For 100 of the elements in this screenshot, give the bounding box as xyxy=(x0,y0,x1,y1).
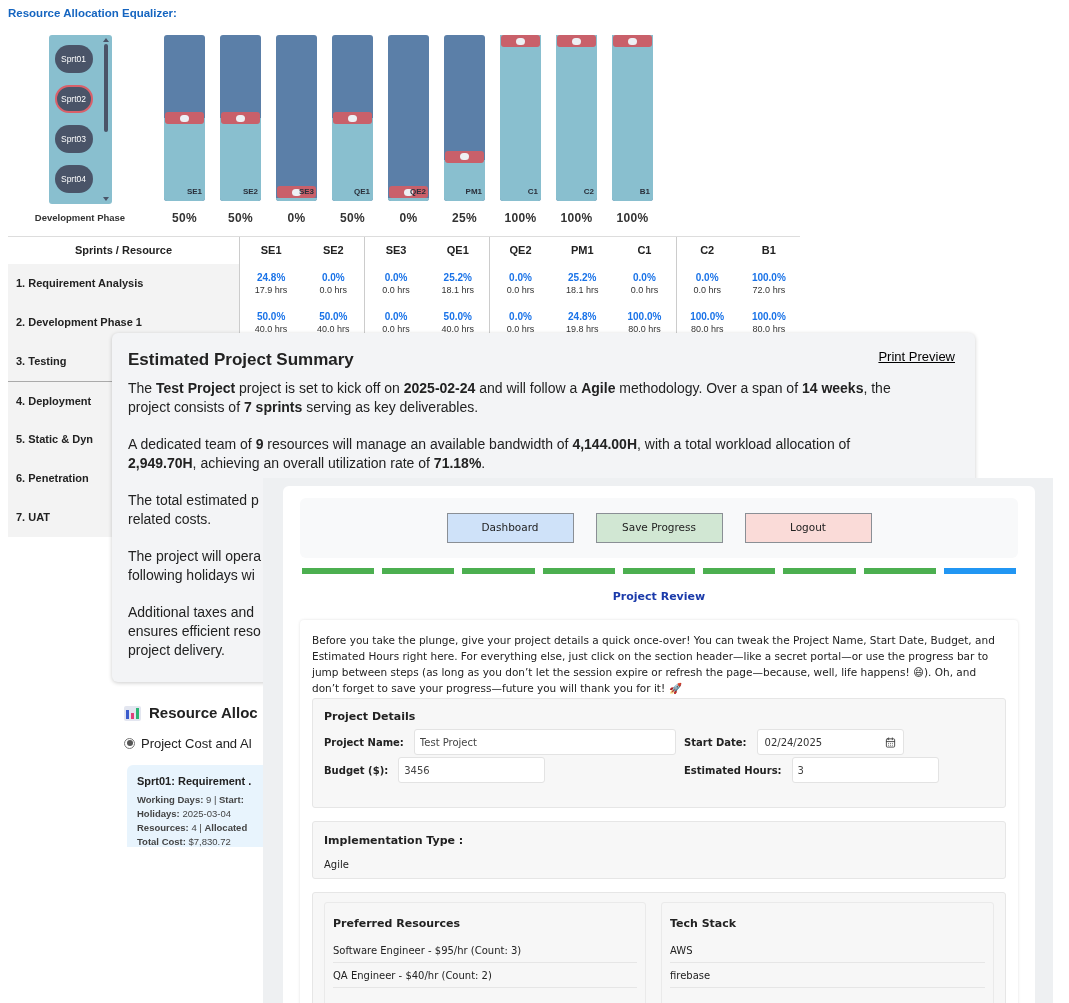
sprint-item[interactable]: Sprt02 xyxy=(54,85,93,113)
sprint-item[interactable]: Sprt04 xyxy=(54,165,93,193)
allocation-hours: 0.0 hrs xyxy=(506,284,535,296)
allocation-percent: 0.0% xyxy=(384,271,408,284)
allocation-hours: 0.0 hrs xyxy=(630,284,659,296)
allocation-hours: 17.9 hrs xyxy=(254,284,288,296)
print-preview-link[interactable]: Print Preview xyxy=(878,347,955,367)
sprint-item[interactable]: Sprt01 xyxy=(54,45,93,73)
scrollbar[interactable] xyxy=(102,38,109,201)
implementation-value: Agile xyxy=(324,858,350,872)
slider-thumb[interactable] xyxy=(445,150,484,163)
column-header: B1 xyxy=(760,243,777,259)
sprint-item[interactable]: Sprt03 xyxy=(54,125,93,153)
slider-reading: 50% xyxy=(172,210,197,227)
allocation-hours: 40.0 hrs xyxy=(441,323,475,335)
slider-thumb[interactable] xyxy=(333,112,372,124)
allocation-hours: 0.0 hrs xyxy=(319,284,348,296)
summary-paragraph: Additional taxes and ensures efficient reso project delivery. xyxy=(128,602,261,660)
allocation-percent: 50.0% xyxy=(256,310,286,323)
slider-thumb[interactable] xyxy=(501,35,540,47)
column-header: C2 xyxy=(675,237,738,264)
column-header: PM1 xyxy=(569,243,595,259)
input-field[interactable]: Test Project xyxy=(413,729,676,755)
progress-step[interactable] xyxy=(622,568,696,574)
column-header: SE3 xyxy=(364,237,427,264)
list-item: firebase xyxy=(670,963,985,988)
header-button[interactable]: Save Progress xyxy=(595,513,723,543)
allocation-hours: 80.0 hrs xyxy=(690,323,724,335)
slider-thumb[interactable] xyxy=(557,35,596,47)
field-label: Project Name: xyxy=(324,735,404,750)
section-title: Resource Alloc xyxy=(149,703,258,723)
column-header: SE2 xyxy=(321,243,345,259)
allocation-percent: 0.0% xyxy=(695,271,719,284)
allocation-hours: 72.0 hrs xyxy=(752,284,786,296)
allocation-percent: 24.8% xyxy=(568,310,597,323)
allocation-hours: 19.8 hrs xyxy=(565,323,599,335)
allocation-hours: 0.0 hrs xyxy=(693,284,721,296)
slider-reading: 0% xyxy=(399,210,418,227)
slider-label: SE2 xyxy=(242,186,258,198)
slider-track[interactable]: C1 xyxy=(500,35,541,201)
slider-label: C1 xyxy=(527,186,538,198)
allocation-percent: 100.0% xyxy=(627,310,662,323)
bar-chart-icon xyxy=(124,705,141,721)
slider-label: QE1 xyxy=(354,186,370,198)
slider-thumb[interactable] xyxy=(221,112,260,124)
equalizer-title: Resource Allocation Equalizer: xyxy=(8,6,177,21)
allocation-hours: 0.0 hrs xyxy=(382,323,410,335)
summary-paragraph: The project will opera following holidays wi xyxy=(128,546,262,585)
allocation-percent: 25.2% xyxy=(568,271,597,284)
slider-thumb[interactable] xyxy=(165,112,204,124)
allocation-percent: 0.0% xyxy=(509,310,532,323)
step-title: Project Review xyxy=(612,589,706,605)
column-header: QE1 xyxy=(445,243,470,259)
allocation-hours: 80.0 hrs xyxy=(628,323,661,335)
section-title: Implementation Type : xyxy=(324,832,465,849)
slider-track[interactable]: SE1 xyxy=(164,35,205,201)
slider-thumb[interactable] xyxy=(613,35,652,47)
allocation-percent: 0.0% xyxy=(633,271,656,284)
slider-track[interactable]: SE2 xyxy=(220,35,261,201)
slider-track[interactable]: SE3 xyxy=(276,35,317,201)
allocation-hours: 80.0 hrs xyxy=(752,323,786,335)
allocation-percent: 100.0% xyxy=(751,271,786,284)
slider-track[interactable]: QE1 xyxy=(332,35,373,201)
slider-label: C2 xyxy=(583,186,594,198)
allocation-hours: 40.0 hrs xyxy=(317,323,350,335)
allocation-percent: 50.0% xyxy=(319,310,348,323)
list-title: Preferred Resources xyxy=(333,915,462,932)
header-button[interactable]: Logout xyxy=(744,513,872,543)
slider-label: B1 xyxy=(639,186,650,198)
slider-track[interactable]: B1 xyxy=(612,35,653,201)
slider-track[interactable]: PM1 xyxy=(444,35,485,201)
allocation-percent: 0.0% xyxy=(321,271,345,284)
row-label: 1. Requirement Analysis xyxy=(8,264,240,303)
allocation-hours: 40.0 hrs xyxy=(254,323,288,335)
input-field[interactable]: 3 xyxy=(791,757,939,783)
allocation-percent: 0.0% xyxy=(509,271,532,284)
slider-thumb[interactable] xyxy=(277,186,316,198)
slider-label: SE1 xyxy=(186,186,202,198)
card-line: Holidays: 2025-03-04 xyxy=(137,806,232,821)
slider-track[interactable]: C2 xyxy=(556,35,597,201)
column-header: QE2 xyxy=(488,237,552,264)
scroll-up-icon[interactable] xyxy=(102,38,109,42)
date-field[interactable]: 02/24/2025 xyxy=(756,729,904,755)
allocation-hours: 18.1 hrs xyxy=(565,284,599,296)
slider-reading: 100% xyxy=(616,210,649,227)
allocation-percent: 100.0% xyxy=(690,310,725,323)
list-item: QA Engineer - $40/hr (Count: 2) xyxy=(333,963,637,988)
section-title: Project Details xyxy=(324,708,417,725)
slider-reading: 50% xyxy=(228,210,253,227)
allocation-percent: 24.8% xyxy=(256,271,286,284)
allocation-percent: 100.0% xyxy=(751,310,786,323)
slider-reading: 25% xyxy=(452,210,477,227)
header-button[interactable]: Dashboard xyxy=(446,513,574,543)
list-title: Tech Stack xyxy=(670,915,738,932)
scroll-down-icon[interactable] xyxy=(102,197,109,201)
list-item: Software Engineer - $95/hr (Count: 3) xyxy=(333,938,637,963)
calendar-icon[interactable] xyxy=(884,736,896,748)
column-header: C1 xyxy=(636,243,653,259)
input-field[interactable]: 3456 xyxy=(398,757,546,783)
field-label: Budget ($): xyxy=(324,763,389,778)
